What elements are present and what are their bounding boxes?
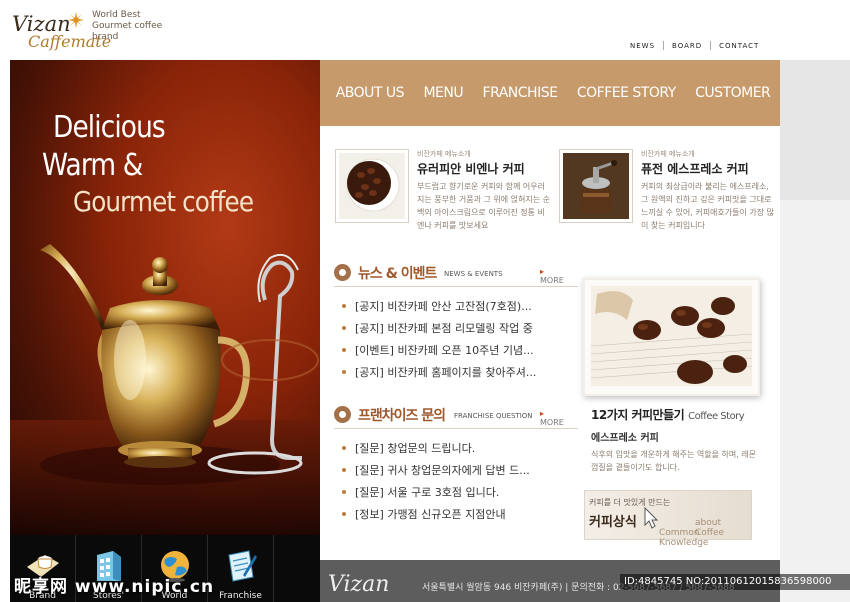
top-nav-contact[interactable]: CONTACT bbox=[711, 42, 767, 50]
brand-logo[interactable]: Vizan Caffemate World Best Gourmet coffe… bbox=[12, 8, 182, 54]
coffee-story-box: 12가지 커피만들기 Coffee Story 에스프레소 커피 식후의 입맛을 … bbox=[591, 406, 763, 474]
sun-icon bbox=[68, 12, 84, 28]
franchise-item[interactable]: [질문] 귀사 창업문의자에게 답변 드... bbox=[340, 462, 574, 484]
franchise-item[interactable]: [정보] 가맹점 신규오픈 지점안내 bbox=[340, 506, 574, 528]
news-item[interactable]: [공지] 비잔카페 홈페이지를 찾아주셔... bbox=[340, 364, 574, 386]
main-content: 비잔카페 메뉴소개 유러피안 비엔나 커피 부드럽고 향기로운 커피와 함께 어… bbox=[320, 126, 780, 560]
product-card-espresso[interactable]: 비잔카페 메뉴소개 퓨전 에스프레소 커피 커피의 최상급이라 불리는 에스프레… bbox=[559, 149, 774, 239]
news-list: [공지] 비잔카페 안산 고잔점(7호점)... [공지] 비잔카페 본점 리모… bbox=[340, 298, 574, 386]
nav-menu[interactable]: MENU bbox=[423, 85, 463, 101]
tagline-line-1: World Best bbox=[92, 10, 141, 20]
divider bbox=[334, 428, 578, 429]
coffee-grinder-image bbox=[563, 153, 629, 219]
news-item[interactable]: [이벤트] 비잔카페 오픈 10주년 기념... bbox=[340, 342, 574, 364]
product-title: 퓨전 에스프레소 커피 bbox=[641, 162, 749, 176]
knowledge-title: 커피상식 bbox=[589, 515, 637, 530]
footer-logo[interactable]: Vizan bbox=[328, 572, 389, 597]
coffee-story-subtitle: 에스프레소 커피 bbox=[591, 433, 659, 444]
coffee-beans-paper-image bbox=[590, 286, 753, 386]
bullet-circle-icon bbox=[334, 264, 351, 281]
franchise-item[interactable]: [질문] 서울 구로 3호점 입니다. bbox=[340, 484, 574, 506]
product-category: 비잔카페 메뉴소개 bbox=[417, 150, 471, 158]
franchise-title: 프랜차이즈 문의 bbox=[358, 408, 446, 424]
mouse-pointer-icon bbox=[644, 507, 659, 529]
document-pen-icon bbox=[228, 550, 257, 582]
franchise-title-en: FRANCHISE QUESTION bbox=[454, 412, 533, 420]
news-more-link[interactable]: MORE bbox=[540, 267, 564, 285]
main-nav: ABOUT US MENU FRANCHISE COFFEE STORY CUS… bbox=[320, 60, 780, 126]
coffee-beans-cup-image bbox=[339, 153, 405, 219]
news-item[interactable]: [공지] 비잔카페 본점 리모델링 작업 중 bbox=[340, 320, 574, 342]
nav-franchise[interactable]: FRANCHISE bbox=[483, 85, 558, 101]
product-description: 커피의 최상급이라 불리는 에스프레소, 그 원액의 진하고 깊은 커피맛을 그… bbox=[641, 182, 775, 230]
right-gray-band bbox=[780, 60, 850, 200]
divider bbox=[334, 286, 578, 287]
coffee-story-title-en: Coffee Story bbox=[688, 411, 745, 422]
product-card-vienna[interactable]: 비잔카페 메뉴소개 유러피안 비엔나 커피 부드럽고 향기로운 커피와 함께 어… bbox=[335, 149, 550, 239]
franchise-item[interactable]: [질문] 창업문의 드립니다. bbox=[340, 440, 574, 462]
coffee-knowledge-banner[interactable]: 커피를 더 맛있게 만드는 커피상식 about Coffee Common K… bbox=[584, 490, 752, 548]
brand-tagline: World Best Gourmet coffee brand bbox=[92, 10, 182, 43]
product-title: 유러피안 비엔나 커피 bbox=[417, 162, 525, 176]
coffee-story-title[interactable]: 12가지 커피만들기 Coffee Story bbox=[591, 406, 763, 423]
product-thumbnail[interactable] bbox=[559, 149, 633, 223]
product-description: 부드럽고 향기로운 커피와 함께 어우러지는 풍부한 거품과 그 위에 얹혀지는… bbox=[417, 182, 551, 230]
page: Vizan Caffemate World Best Gourmet coffe… bbox=[0, 0, 850, 602]
top-nav: NEWS BOARD CONTACT bbox=[622, 41, 767, 50]
hero-title-line-3: Gourmet coffee bbox=[73, 185, 254, 218]
coffee-story-description: 식후의 입맛을 개운하게 해주는 역할을 하며, 레몬껍질을 곁들이기도 합니다… bbox=[591, 450, 756, 472]
coffee-story-photo[interactable] bbox=[583, 278, 760, 396]
nav-customer[interactable]: CUSTOMER bbox=[695, 85, 771, 101]
site-watermark: 昵享网 www.nipic.cn bbox=[14, 577, 215, 597]
nav-coffee-story[interactable]: COFFEE STORY bbox=[577, 85, 676, 101]
quick-link-label: Franchise bbox=[219, 591, 262, 601]
quick-link-franchise[interactable]: Franchise bbox=[208, 535, 274, 602]
franchise-more-link[interactable]: MORE bbox=[540, 409, 564, 427]
news-title: 뉴스 & 이벤트 bbox=[358, 266, 437, 282]
header: Vizan Caffemate World Best Gourmet coffe… bbox=[0, 0, 850, 60]
right-light-band bbox=[780, 200, 850, 602]
nav-about-us[interactable]: ABOUT US bbox=[336, 85, 405, 101]
news-section-header: 뉴스 & 이벤트 NEWS & EVENTS MORE bbox=[320, 261, 564, 285]
hero-banner: Delicious Warm & Gourmet coffee bbox=[10, 60, 320, 535]
image-id-overlay: ID:4845745 NO:20110612015836598000 bbox=[620, 574, 850, 590]
top-nav-board[interactable]: BOARD bbox=[664, 42, 710, 50]
bullet-circle-icon bbox=[334, 406, 351, 423]
product-thumbnail[interactable] bbox=[335, 149, 409, 223]
knowledge-en-line-2: Common Knowledge bbox=[659, 528, 709, 548]
franchise-list: [질문] 창업문의 드립니다. [질문] 귀사 창업문의자에게 답변 드... … bbox=[340, 440, 574, 528]
coffee-story-title-ko: 12가지 커피만들기 bbox=[591, 408, 685, 422]
hero-title-line-1: Delicious bbox=[53, 110, 166, 145]
news-title-en: NEWS & EVENTS bbox=[444, 270, 503, 278]
hero-title-line-2: Warm & bbox=[42, 148, 143, 183]
news-item[interactable]: [공지] 비잔카페 안산 고잔점(7호점)... bbox=[340, 298, 574, 320]
franchise-section-header: 프랜차이즈 문의 FRANCHISE QUESTION MORE bbox=[320, 403, 564, 427]
tagline-line-2: Gourmet coffee brand bbox=[92, 21, 163, 42]
product-category: 비잔카페 메뉴소개 bbox=[641, 150, 695, 158]
top-nav-news[interactable]: NEWS bbox=[622, 42, 663, 50]
